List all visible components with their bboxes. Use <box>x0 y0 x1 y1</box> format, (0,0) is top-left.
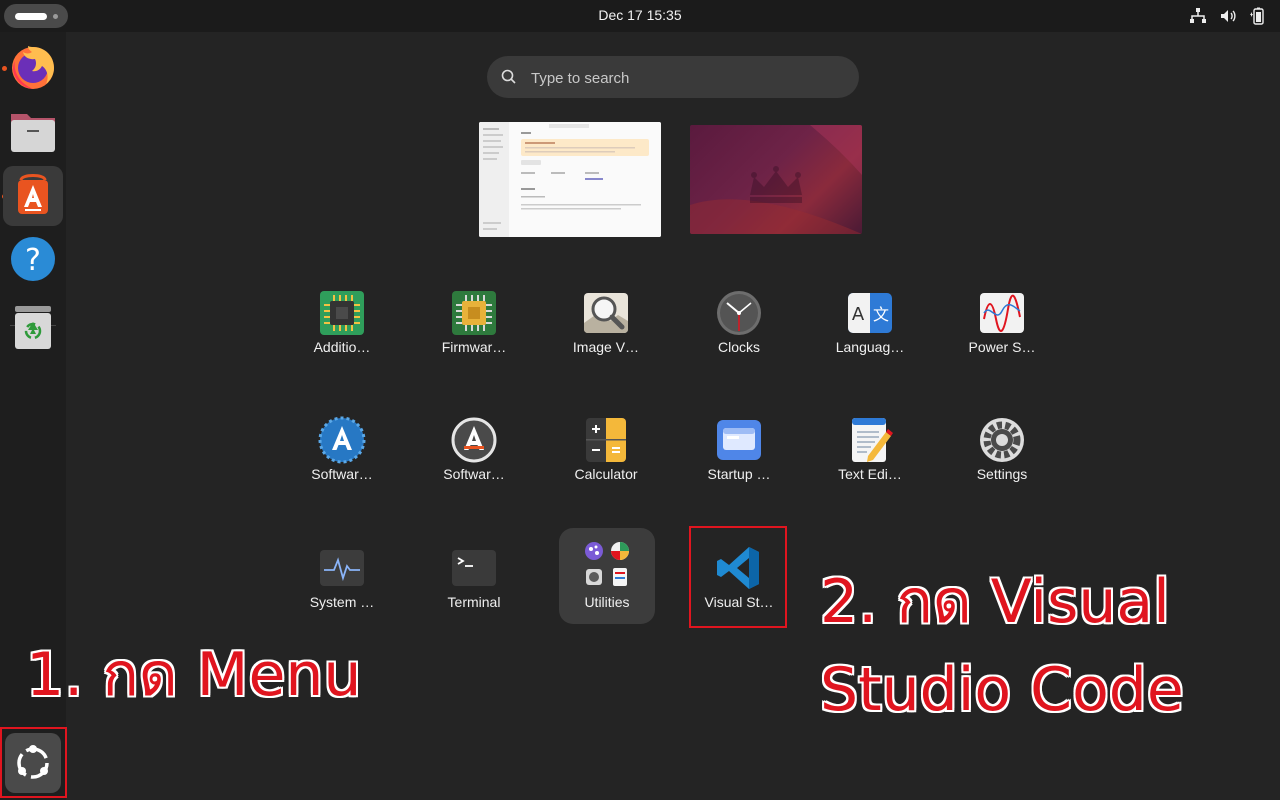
files-icon <box>11 114 55 152</box>
app-label: Image V… <box>572 339 640 355</box>
app-label: Additio… <box>313 339 371 355</box>
firmware-chip-icon <box>452 291 496 335</box>
app-power-statistics[interactable]: Power S… <box>954 281 1050 377</box>
clock-icon <box>717 291 761 335</box>
annotation-step2-line1: 2. กด Visual <box>820 567 1170 637</box>
software-updater-icon <box>318 416 366 464</box>
search-bar[interactable] <box>487 56 859 100</box>
app-label: Calculator <box>574 466 638 482</box>
power-graph-icon <box>980 293 1024 333</box>
app-system-monitor[interactable]: System … <box>294 536 390 632</box>
dock-item-firefox[interactable] <box>3 37 63 97</box>
app-additional-drivers[interactable]: Additio… <box>294 281 390 377</box>
app-label: System … <box>309 594 375 610</box>
app-calculator[interactable]: Calculator <box>558 408 654 504</box>
app-label: Firmwar… <box>441 339 507 355</box>
app-label: Softwar… <box>311 466 373 482</box>
app-folder-utilities[interactable]: Utilities <box>559 528 655 624</box>
app-startup-disk-creator[interactable]: Startup … <box>691 408 787 504</box>
vscode-highlight-box <box>689 526 787 628</box>
translate-icon: A 文 <box>848 293 892 333</box>
app-settings[interactable]: Settings <box>954 408 1050 504</box>
help-icon: ? <box>11 237 55 281</box>
app-firmware-updater[interactable]: Firmwar… <box>426 281 522 377</box>
app-label: Text Edi… <box>838 466 902 482</box>
app-center-icon <box>18 174 48 214</box>
network-icon[interactable] <box>1188 6 1208 26</box>
workspace-thumbnail-2[interactable] <box>690 125 862 234</box>
app-label: Languag… <box>835 339 905 355</box>
window-preview <box>479 122 661 237</box>
clock[interactable]: Dec 17 15:35 <box>0 0 1280 32</box>
dock-item-help[interactable]: ? <box>3 229 63 289</box>
volume-icon[interactable] <box>1218 6 1238 26</box>
app-terminal[interactable]: Terminal <box>426 536 522 632</box>
text-editor-icon <box>852 418 893 462</box>
utilities-folder-icon <box>585 542 629 586</box>
dock-item-app-center[interactable] <box>3 166 63 226</box>
svg-text:文: 文 <box>873 305 889 324</box>
search-input[interactable] <box>529 56 843 100</box>
app-software-updater[interactable]: Softwar… <box>294 408 390 504</box>
svg-text:?: ? <box>25 243 41 278</box>
app-label: Power S… <box>968 339 1036 355</box>
search-icon <box>501 69 516 84</box>
app-image-viewer[interactable]: Image V… <box>558 281 654 377</box>
app-label: Settings <box>976 466 1028 482</box>
app-label: Utilities <box>584 594 630 610</box>
app-label: Startup … <box>707 466 771 482</box>
top-bar: Dec 17 15:35 <box>0 0 1280 32</box>
dock-item-trash[interactable] <box>3 296 63 356</box>
app-label: Softwar… <box>443 466 505 482</box>
system-tray[interactable] <box>1188 6 1268 26</box>
trash-icon <box>15 306 51 349</box>
annotation-step2-line2: Studio Code <box>820 655 1184 725</box>
firefox-icon <box>12 46 54 89</box>
menu-highlight-box <box>0 727 67 798</box>
terminal-icon <box>452 550 496 586</box>
app-clocks[interactable]: Clocks <box>691 281 787 377</box>
app-label: Terminal <box>447 594 501 610</box>
dock-item-files[interactable] <box>3 102 63 162</box>
magnifier-photo-icon <box>584 293 628 333</box>
system-monitor-icon <box>320 550 364 586</box>
workspace-thumbnail-1[interactable] <box>479 122 661 237</box>
chip-icon <box>320 291 364 335</box>
startup-disk-icon <box>717 420 761 460</box>
app-software-properties[interactable]: Softwar… <box>426 408 522 504</box>
calculator-icon <box>586 418 626 462</box>
wallpaper-preview <box>690 125 862 234</box>
svg-text:A: A <box>852 304 865 325</box>
software-properties-icon <box>451 417 497 463</box>
annotation-step1: 1. กด Menu <box>26 640 362 710</box>
app-label: Clocks <box>717 339 760 355</box>
gear-icon <box>980 418 1024 462</box>
app-text-editor[interactable]: Text Edi… <box>822 408 918 504</box>
battery-icon[interactable] <box>1248 6 1268 26</box>
app-language-support[interactable]: A 文 Languag… <box>822 281 918 377</box>
